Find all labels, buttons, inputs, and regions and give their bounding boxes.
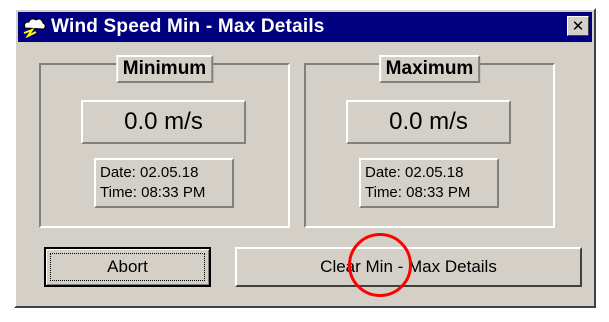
title-bar: Wind Speed Min - Max Details ✕ xyxy=(18,12,592,42)
maximum-date: Date: 02.05.18 xyxy=(365,164,464,181)
minimum-value: 0.0 m/s xyxy=(81,100,246,144)
highlight-circle xyxy=(348,233,412,297)
maximum-value: 0.0 m/s xyxy=(346,100,511,144)
window-title: Wind Speed Min - Max Details xyxy=(51,16,325,37)
maximum-label: Maximum xyxy=(378,55,481,83)
minimum-timestamp: Date: 02.05.18 Time: 08:33 PM xyxy=(94,158,234,208)
minimum-time: Time: 08:33 PM xyxy=(100,184,206,201)
minimum-date: Date: 02.05.18 xyxy=(100,164,199,181)
maximum-group: Maximum 0.0 m/s Date: 02.05.18 Time: 08:… xyxy=(304,55,555,228)
abort-button[interactable]: Abort xyxy=(44,247,211,287)
dialog-window: Wind Speed Min - Max Details ✕ Minimum 0… xyxy=(14,8,596,308)
close-button[interactable]: ✕ xyxy=(567,16,589,36)
close-icon: ✕ xyxy=(571,17,585,35)
maximum-timestamp: Date: 02.05.18 Time: 08:33 PM xyxy=(359,158,499,208)
minimum-group: Minimum 0.0 m/s Date: 02.05.18 Time: 08:… xyxy=(39,55,290,228)
maximum-time: Time: 08:33 PM xyxy=(365,184,471,201)
weather-app-icon xyxy=(23,18,46,38)
focus-rectangle xyxy=(50,253,205,281)
minimum-label: Minimum xyxy=(115,55,214,83)
